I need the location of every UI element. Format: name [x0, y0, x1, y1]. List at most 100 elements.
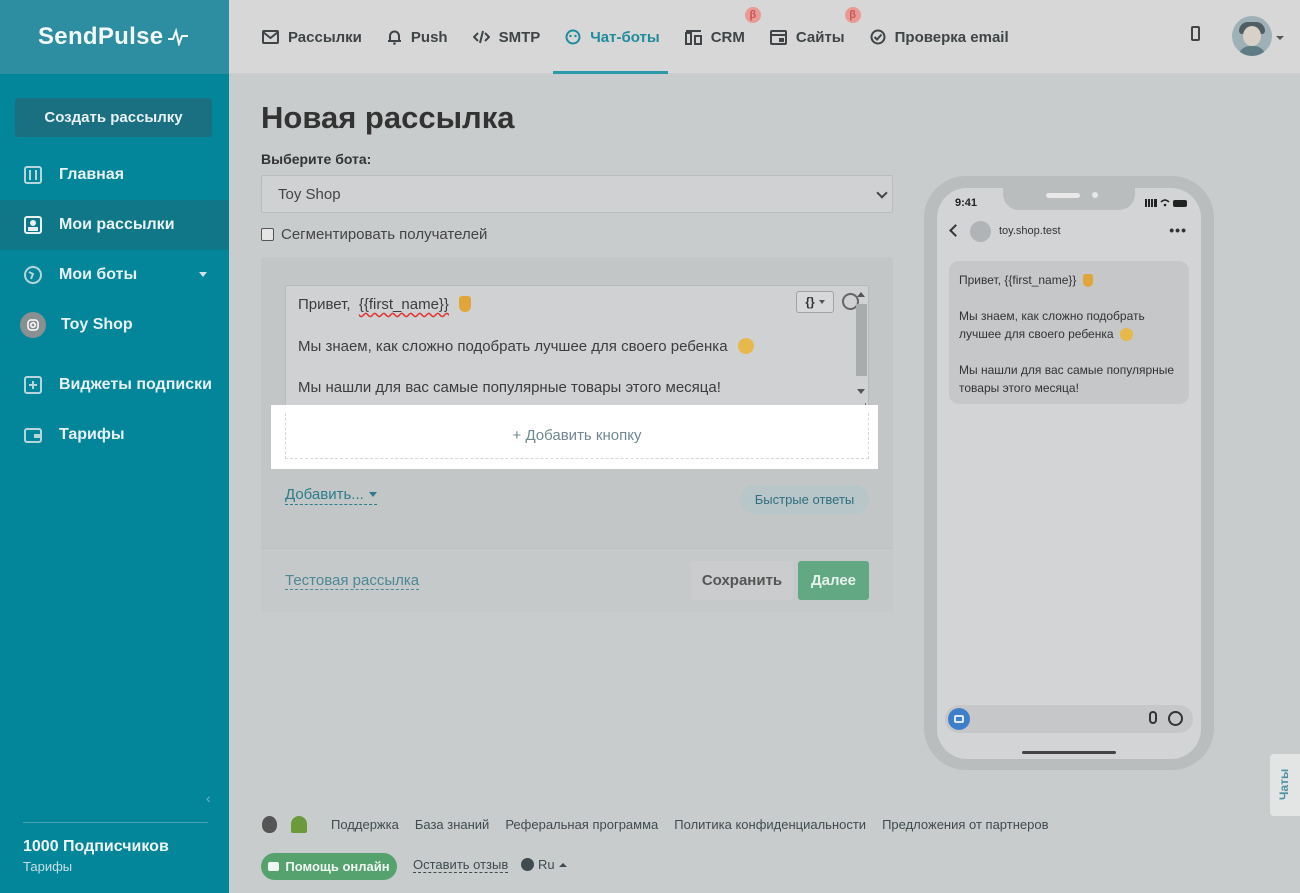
- chevron-down-icon[interactable]: [1276, 36, 1284, 40]
- segment-recipients[interactable]: Сегментировать получателей: [261, 226, 487, 243]
- back-arrow-icon: [949, 224, 962, 237]
- chat-name: toy.shop.test: [999, 225, 1061, 237]
- message-line-2: Мы знаем, как сложно подобрать лучшее дл…: [298, 338, 754, 355]
- apple-icon[interactable]: [262, 816, 277, 833]
- sidebar-item-tariffs[interactable]: Тарифы: [0, 410, 229, 460]
- chats-tab-label: Чаты: [1277, 768, 1291, 800]
- top-bar: Рассылки Push SMTP Чат-боты CRM β Сайты …: [229, 0, 1300, 74]
- globe-icon: [24, 266, 42, 284]
- wifi-icon: [1160, 199, 1170, 207]
- phone-composer: [945, 705, 1193, 733]
- tab-crm[interactable]: CRM β: [684, 0, 761, 74]
- language-label: Ru: [538, 857, 555, 872]
- bot-select-label: Выберите бота:: [261, 151, 372, 167]
- textarea-scrollbar[interactable]: [854, 290, 867, 402]
- tab-push[interactable]: Push: [387, 0, 448, 74]
- add-more-dropdown[interactable]: Добавить...: [285, 486, 377, 505]
- language-selector[interactable]: Ru: [521, 857, 567, 872]
- tab-campaigns[interactable]: Рассылки: [262, 0, 362, 74]
- add-button-zone[interactable]: + Добавить кнопку: [285, 413, 869, 459]
- tab-smtp[interactable]: SMTP: [472, 0, 541, 74]
- message-text: Мы знаем, как сложно подобрать лучшее дл…: [298, 338, 728, 355]
- help-online-button[interactable]: Помощь онлайн: [261, 853, 397, 880]
- sidebar-item-label: Главная: [59, 166, 125, 183]
- message-line-1: Привет, {{first_name}}: [298, 296, 472, 313]
- footer-link-referral[interactable]: Реферальная программа: [505, 817, 658, 832]
- save-button[interactable]: Сохранить: [691, 561, 793, 600]
- tab-email-verification[interactable]: Проверка email: [870, 0, 1009, 74]
- android-icon[interactable]: [291, 816, 307, 833]
- logo-bar: SendPulse: [0, 0, 229, 74]
- bot-select-value: Toy Shop: [278, 185, 341, 203]
- logo-text: SendPulse: [38, 23, 164, 50]
- tab-sites[interactable]: Сайты β: [769, 0, 861, 74]
- sidebar-item-my-campaigns[interactable]: Мои рассылки: [0, 200, 229, 250]
- battery-icon: [1173, 199, 1187, 207]
- chat-avatar: [970, 221, 991, 242]
- sidebar-item-label: Виджеты подписки: [59, 376, 212, 393]
- pulse-icon: [168, 28, 189, 46]
- crm-icon: [684, 29, 702, 45]
- beta-badge: β: [844, 7, 861, 23]
- segment-label: Сегментировать получателей: [281, 226, 488, 243]
- help-label: Помощь онлайн: [285, 859, 390, 874]
- sidebar-item-label: Мои рассылки: [59, 216, 175, 233]
- tariffs-link[interactable]: Тарифы: [23, 859, 72, 874]
- footer-link-knowledge-base[interactable]: База знаний: [415, 817, 490, 832]
- message-textarea[interactable]: Привет, {{first_name}} Мы знаем, как сло…: [285, 285, 869, 415]
- footer-link-privacy[interactable]: Политика конфиденциальности: [674, 817, 866, 832]
- footer-link-partners[interactable]: Предложения от партнеров: [882, 817, 1048, 832]
- message-bubble: Привет, {{first_name}} Мы знаем, как сло…: [949, 261, 1189, 404]
- sidebar-item-home[interactable]: Главная: [0, 150, 229, 200]
- chatbot-icon: [565, 29, 581, 45]
- bubble-line: Привет, {{first_name}}: [959, 271, 1179, 289]
- feedback-link[interactable]: Оставить отзыв: [413, 857, 509, 873]
- tab-label: Рассылки: [288, 28, 362, 46]
- check-icon: [870, 29, 886, 45]
- sidebar-item-widgets[interactable]: Виджеты подписки: [0, 360, 229, 410]
- phone-screen: 9:41 toy.shop.test ••• Привет, {{first_n…: [937, 188, 1201, 759]
- avatar[interactable]: [1232, 16, 1272, 56]
- smile-emoji-icon: [1119, 328, 1133, 341]
- wave-hand-icon: [459, 296, 472, 312]
- status-icons: [1145, 199, 1187, 207]
- scroll-thumb[interactable]: [856, 304, 867, 376]
- sidebar-item-my-bots[interactable]: Мои боты: [0, 250, 229, 300]
- sliders-icon: [24, 166, 42, 184]
- greeting-text: Привет,: [298, 296, 351, 313]
- create-campaign-button[interactable]: Создать рассылку: [15, 98, 212, 137]
- quick-replies-button[interactable]: Быстрые ответы: [740, 485, 869, 514]
- instagram-icon: [20, 312, 46, 338]
- chevron-down-icon: [818, 300, 825, 304]
- collapse-sidebar-icon[interactable]: ‹: [206, 790, 211, 806]
- chevron-down-icon: [876, 187, 888, 199]
- mic-icon: [1149, 711, 1157, 724]
- message-line-3: Мы нашли для вас самые популярные товары…: [298, 379, 721, 396]
- bell-icon: [387, 29, 402, 45]
- bot-select[interactable]: Toy Shop: [261, 175, 893, 213]
- logo[interactable]: SendPulse: [38, 23, 189, 51]
- sidebar-item-label: Тарифы: [59, 426, 125, 443]
- phone-notch: [1003, 188, 1135, 210]
- segment-checkbox[interactable]: [261, 228, 274, 241]
- mobile-app-icon[interactable]: [1191, 26, 1200, 41]
- tab-chatbots[interactable]: Чат-боты: [553, 0, 669, 74]
- scroll-down-icon[interactable]: [857, 389, 865, 394]
- insert-variable-button[interactable]: {}: [796, 291, 834, 313]
- footer-links: Поддержка База знаний Реферальная програ…: [331, 817, 1048, 832]
- footer-link-support[interactable]: Поддержка: [331, 817, 399, 832]
- message-text: Мы нашли для вас самые популярные товары…: [298, 379, 721, 396]
- tab-label: Чат-боты: [590, 28, 660, 46]
- next-button[interactable]: Далее: [798, 561, 869, 600]
- chevron-down-icon[interactable]: [199, 272, 207, 277]
- status-time: 9:41: [955, 197, 978, 209]
- scroll-up-icon[interactable]: [857, 292, 865, 297]
- page-title: Новая рассылка: [261, 100, 515, 135]
- chats-tab[interactable]: Чаты: [1270, 754, 1300, 816]
- test-send-link[interactable]: Тестовая рассылка: [285, 572, 420, 590]
- camera-icon: [948, 708, 970, 730]
- sidebar-item-toy-shop[interactable]: Toy Shop: [0, 300, 229, 350]
- chat-bubble-icon: [268, 862, 280, 871]
- tab-label: SMTP: [498, 28, 541, 46]
- chevron-up-icon: [558, 862, 567, 867]
